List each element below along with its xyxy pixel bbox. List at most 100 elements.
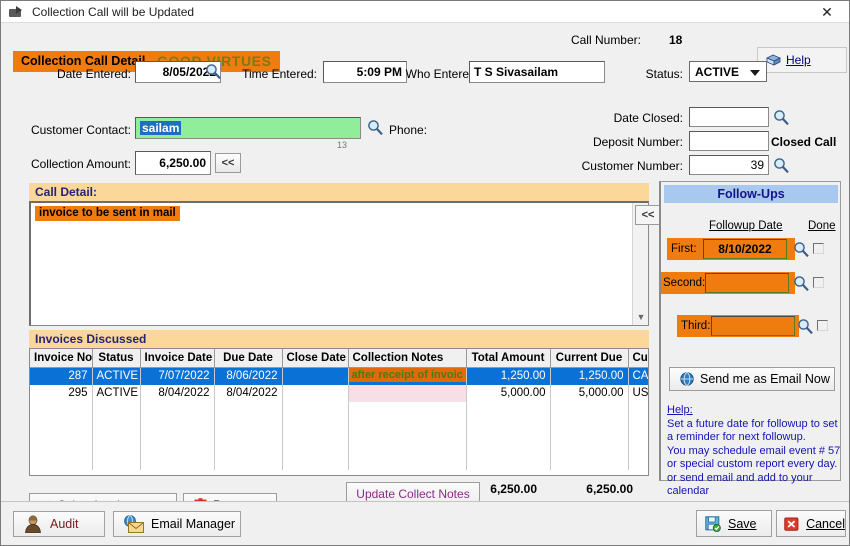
save-disk-icon [705,515,721,532]
cell-collection-notes[interactable] [348,384,467,402]
cell-empty [550,452,629,470]
table-row[interactable]: 287 ACTIVE 7/07/2022 8/06/2022 after rec… [30,367,648,385]
cell-empty [30,418,93,436]
col-invoice-no[interactable]: Invoice No [30,349,93,368]
cell-empty [30,452,93,470]
cell-invoice-date: 8/04/2022 [140,384,215,402]
followup-done-column-label: Done [808,220,836,232]
window-titlebar: Collection Call will be Updated ✕ [1,1,849,23]
col-due-date[interactable]: Due Date [214,349,283,368]
scroll-down-icon[interactable]: ▼ [633,309,649,325]
followup-first-date-field[interactable]: 8/10/2022 [703,239,787,259]
followups-help-title: Help: [667,404,693,416]
phone-label: Phone: [389,123,428,137]
customer-contact-label: Customer Contact: [30,123,131,137]
call-detail-collapse-button[interactable]: << [635,205,661,225]
col-close-date[interactable]: Close Date [282,349,349,368]
cell-collection-notes[interactable]: after receipt of invoic [348,367,467,385]
cell-empty [628,401,648,419]
help-button[interactable]: Help [757,47,847,73]
cell-empty [282,401,349,419]
followup-first-done-checkbox[interactable] [813,243,824,254]
followups-help-line-4: or special custom report every day. [667,458,838,470]
cell-empty [282,418,349,436]
send-email-now-label: Send me as Email Now [700,372,830,386]
date-closed-field[interactable] [689,107,769,127]
call-number-value: 18 [669,33,683,47]
customer-contact-field[interactable]: sailam [135,117,361,139]
cell-total-amount: 1,250.00 [466,367,551,385]
table-row[interactable] [30,418,648,436]
collection-call-window: Collection Call will be Updated ✕ Collec… [0,0,850,546]
cancel-button[interactable]: Cancel [776,510,846,537]
email-manager-button[interactable]: Email Manager [113,511,241,537]
person-icon [25,515,41,533]
customer-number-field[interactable]: 39 [689,155,769,175]
col-collection-notes[interactable]: Collection Notes [348,349,467,368]
cell-empty [628,452,648,470]
followup-third-label: Third: [681,320,711,332]
audit-label: Audit [50,517,79,531]
cell-status: ACTIVE [92,384,141,402]
followup-third-date-field[interactable] [711,316,795,336]
close-icon[interactable]: ✕ [805,1,849,23]
followups-help-line-3: You may schedule email event # 57 [667,444,841,457]
customer-contact-lookup-icon[interactable] [365,118,385,137]
collection-notes-text: after receipt of invoic [348,367,465,382]
cell-due-date: 8/06/2022 [214,367,283,385]
cell-current-due: 1,250.00 [550,367,629,385]
cell-empty [92,452,141,470]
cell-empty [466,401,551,419]
followup-second-date-field[interactable] [705,273,789,293]
cell-empty [550,435,629,453]
customer-number-lookup-icon[interactable] [771,156,791,175]
current-due-sum: 6,250.00 [586,482,633,496]
cell-invoice-date: 7/07/2022 [140,367,215,385]
save-button[interactable]: Save [696,510,772,537]
time-entered-field[interactable]: 5:09 PM [323,61,407,83]
col-status[interactable]: Status [92,349,141,368]
cell-empty [92,435,141,453]
status-dropdown[interactable]: ACTIVE [689,61,767,82]
table-row[interactable] [30,401,648,419]
cell-empty [282,435,349,453]
table-row[interactable] [30,435,648,453]
deposit-number-field[interactable] [689,131,769,151]
collection-amount-field[interactable]: 6,250.00 [135,151,211,175]
invoices-table[interactable]: Invoice No Status Invoice Date Due Date … [29,348,649,476]
cell-empty [214,435,283,453]
followup-first-lookup-icon[interactable] [791,240,811,259]
table-row[interactable]: 295 ACTIVE 8/04/2022 8/04/2022 5,000.00 … [30,384,648,402]
followup-third-done-checkbox[interactable] [817,320,828,331]
followups-help-line-2: a reminder for next followup. [667,431,806,443]
cell-empty [214,452,283,470]
cell-empty [140,418,215,436]
collection-amount-collapse-button[interactable]: << [215,153,241,173]
cell-currency: USD [628,384,648,402]
date-entered-lookup-icon[interactable] [203,62,223,81]
col-currency[interactable]: Curr [628,349,648,368]
cell-empty [92,401,141,419]
table-row[interactable] [30,452,648,470]
col-total-amount[interactable]: Total Amount [466,349,551,368]
cell-empty [140,401,215,419]
cancel-x-icon [784,516,799,531]
cell-empty [214,418,283,436]
who-entered-label: Who Entered: [405,67,479,81]
cell-empty [466,452,551,470]
followup-second-done-checkbox[interactable] [813,277,824,288]
col-current-due[interactable]: Current Due [550,349,629,368]
followup-second-lookup-icon[interactable] [791,274,811,293]
send-email-now-button[interactable]: Send me as Email Now [669,367,835,391]
table-header-row: Invoice No Status Invoice Date Due Date … [30,349,648,368]
date-closed-lookup-icon[interactable] [771,108,791,127]
call-detail-text: invoice to be sent in mail [35,206,180,221]
who-entered-field[interactable]: T S Sivasailam [469,61,605,83]
invoices-group-label: Invoices Discussed [29,330,649,348]
call-detail-textarea[interactable]: invoice to be sent in mail ▲ ▼ [29,201,649,326]
audit-button[interactable]: Audit [13,511,105,537]
followup-third-lookup-icon[interactable] [795,317,815,336]
cell-empty [466,418,551,436]
help-book-icon [766,54,781,66]
col-invoice-date[interactable]: Invoice Date [140,349,215,368]
